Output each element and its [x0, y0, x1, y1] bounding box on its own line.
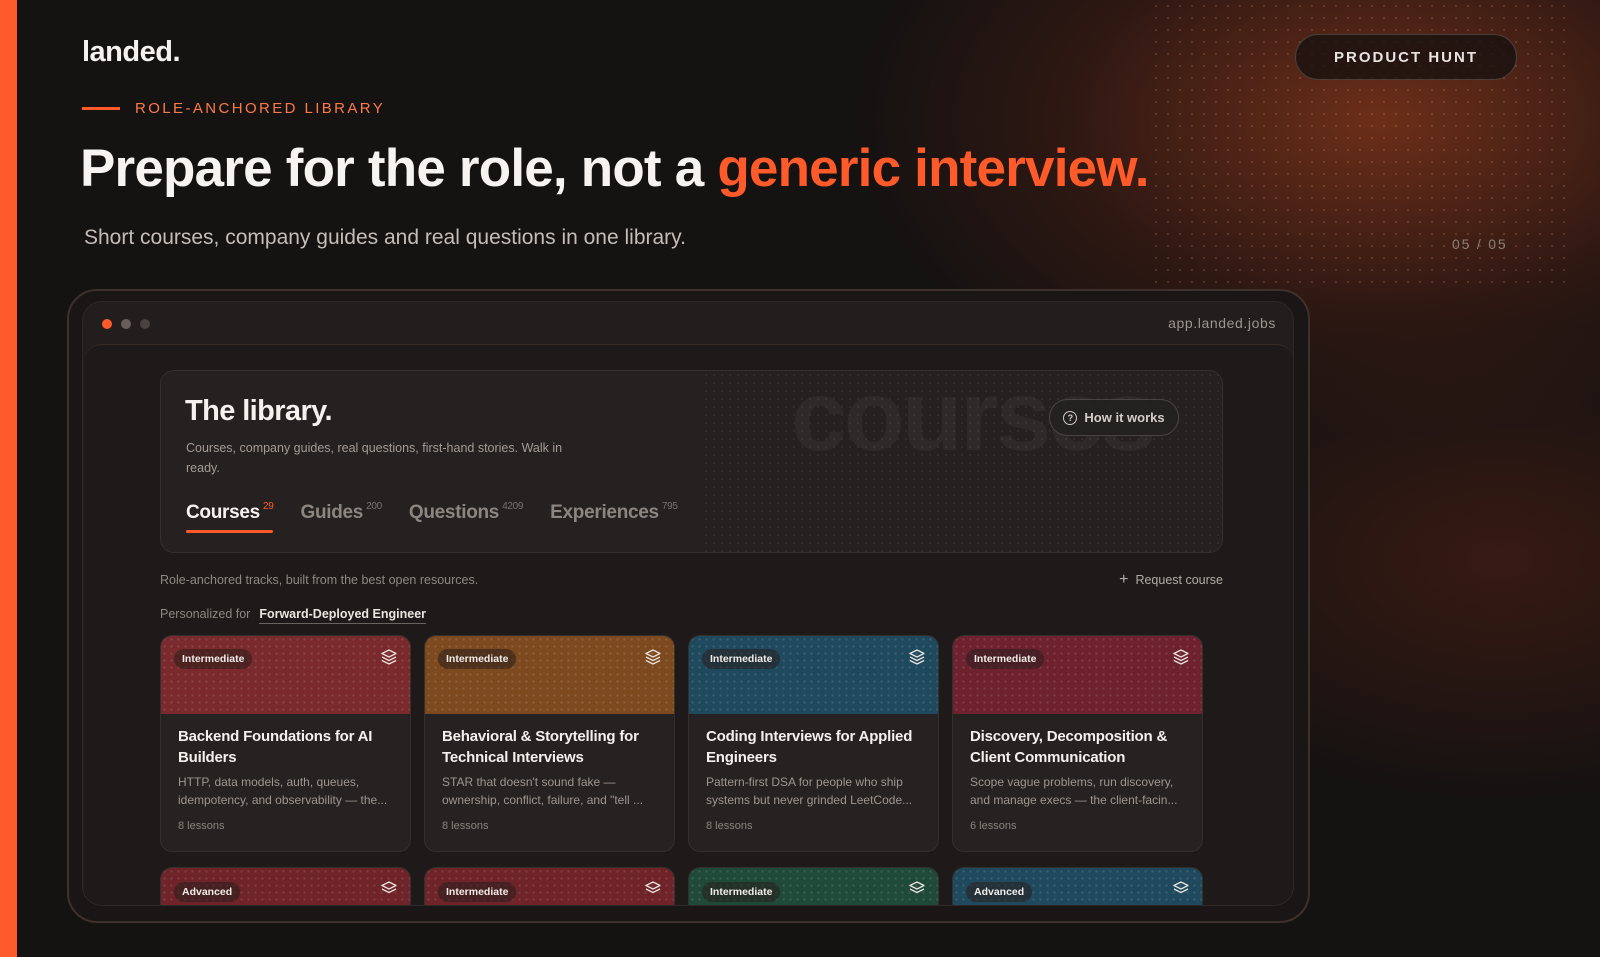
eyebrow-text: ROLE-ANCHORED LIBRARY [135, 100, 386, 117]
course-card-header [425, 636, 674, 714]
accent-side-bar [0, 0, 17, 957]
level-badge: Intermediate [438, 882, 517, 902]
course-description: Scope vague problems, run discovery, and… [970, 775, 1178, 807]
request-course-label: Request course [1135, 573, 1223, 587]
course-card[interactable]: Intermediate Coding Interviews for Appli… [688, 635, 939, 852]
layers-icon [1173, 649, 1189, 665]
subheadline: Short courses, company guides and real q… [84, 226, 686, 249]
course-card[interactable]: Intermediate Backend Foundations for AI … [160, 635, 411, 852]
tab-experiences[interactable]: Experiences 795 [550, 501, 678, 533]
personalized-row: Personalized for Forward-Deployed Engine… [160, 607, 427, 624]
eyebrow: ROLE-ANCHORED LIBRARY [82, 100, 385, 117]
layers-icon [1173, 881, 1189, 894]
plus-icon: + [1119, 571, 1129, 588]
course-title: Behavioral & Storytelling for Technical … [442, 728, 639, 766]
course-card-header [953, 636, 1202, 714]
course-description: HTTP, data models, auth, queues, idempot… [178, 775, 388, 807]
headline-main: Prepare for the role, not a [80, 139, 718, 198]
personalized-label: Personalized for [160, 607, 251, 621]
course-description: STAR that doesn't sound fake — ownership… [442, 775, 644, 807]
course-lessons: 8 lessons [178, 820, 225, 832]
course-card-partial[interactable]: Intermediate [424, 867, 675, 905]
level-badge: Intermediate [702, 882, 781, 902]
eyebrow-line [82, 107, 120, 110]
window-url: app.landed.jobs [1168, 315, 1276, 331]
course-title: Backend Foundations for AI Builders [178, 728, 373, 766]
tab-label: Guides [300, 502, 364, 523]
tracks-description: Role-anchored tracks, built from the bes… [160, 573, 479, 587]
course-title: Coding Interviews for Applied Engineers [706, 728, 913, 766]
app-window: app.landed.jobs courses The library. Cou… [82, 301, 1294, 906]
layers-icon [645, 881, 661, 894]
tab-questions[interactable]: Questions 4209 [408, 501, 524, 533]
tab-courses[interactable]: Courses 29 [186, 501, 274, 533]
tab-label: Courses [186, 502, 260, 523]
layers-icon [909, 881, 925, 894]
window-close-dot[interactable] [102, 319, 112, 329]
logo: landed. [82, 36, 181, 68]
layers-icon [381, 881, 397, 894]
tab-count: 4209 [502, 501, 524, 512]
layers-icon [909, 649, 925, 665]
tab-label: Experiences [550, 502, 659, 523]
course-card-partial[interactable]: Intermediate [688, 867, 939, 905]
layers-icon [381, 649, 397, 665]
library-header-card: courses The library. Courses, company gu… [160, 370, 1223, 553]
level-badge: Intermediate [966, 649, 1045, 669]
level-badge: Advanced [174, 882, 241, 902]
course-description: Pattern-first DSA for people who ship sy… [706, 775, 913, 807]
headline: Prepare for the role, not a generic inte… [80, 138, 1149, 199]
app-content: courses The library. Courses, company gu… [84, 344, 1293, 905]
library-title: The library. [185, 395, 333, 427]
request-course-button[interactable]: + Request course [1119, 571, 1223, 589]
tab-count: 29 [262, 501, 274, 512]
course-lessons: 6 lessons [970, 820, 1017, 832]
library-description: Courses, company guides, real questions,… [186, 441, 563, 475]
tab-count: 795 [661, 501, 678, 512]
level-badge: Intermediate [438, 649, 517, 669]
help-icon: ? [1063, 410, 1078, 425]
tab-label: Questions [408, 502, 500, 523]
product-hunt-button[interactable]: PRODUCT HUNT [1295, 34, 1517, 80]
tab-count: 200 [366, 501, 382, 512]
course-lessons: 8 lessons [442, 820, 489, 832]
course-title: Discovery, Decomposition & Client Commun… [970, 728, 1168, 766]
window-maximize-dot[interactable] [140, 319, 150, 329]
role-selector[interactable]: Forward-Deployed Engineer [259, 607, 427, 624]
course-card-partial[interactable]: Advanced [952, 867, 1203, 905]
level-badge: Intermediate [174, 649, 253, 669]
course-card-header [161, 636, 410, 714]
level-badge: Intermediate [702, 649, 781, 669]
course-card[interactable]: Intermediate Discovery, Decomposition & … [952, 635, 1203, 852]
course-card[interactable]: Intermediate Behavioral & Storytelling f… [424, 635, 675, 852]
page-counter: 05 / 05 [1452, 236, 1508, 252]
how-it-works-button[interactable]: ? How it works [1049, 399, 1179, 436]
course-lessons: 8 lessons [706, 820, 753, 832]
headline-accent: generic interview. [717, 139, 1149, 198]
level-badge: Advanced [966, 882, 1033, 902]
tab-guides[interactable]: Guides 200 [300, 501, 382, 533]
course-card-partial[interactable]: Advanced [160, 867, 411, 905]
window-minimize-dot[interactable] [121, 319, 131, 329]
window-titlebar: app.landed.jobs [83, 302, 1293, 344]
library-tabs: Courses 29 Guides 200 Questions 4209 Experi… [186, 501, 678, 533]
how-it-works-label: How it works [1084, 410, 1165, 425]
course-card-header [689, 636, 938, 714]
layers-icon [645, 649, 661, 665]
